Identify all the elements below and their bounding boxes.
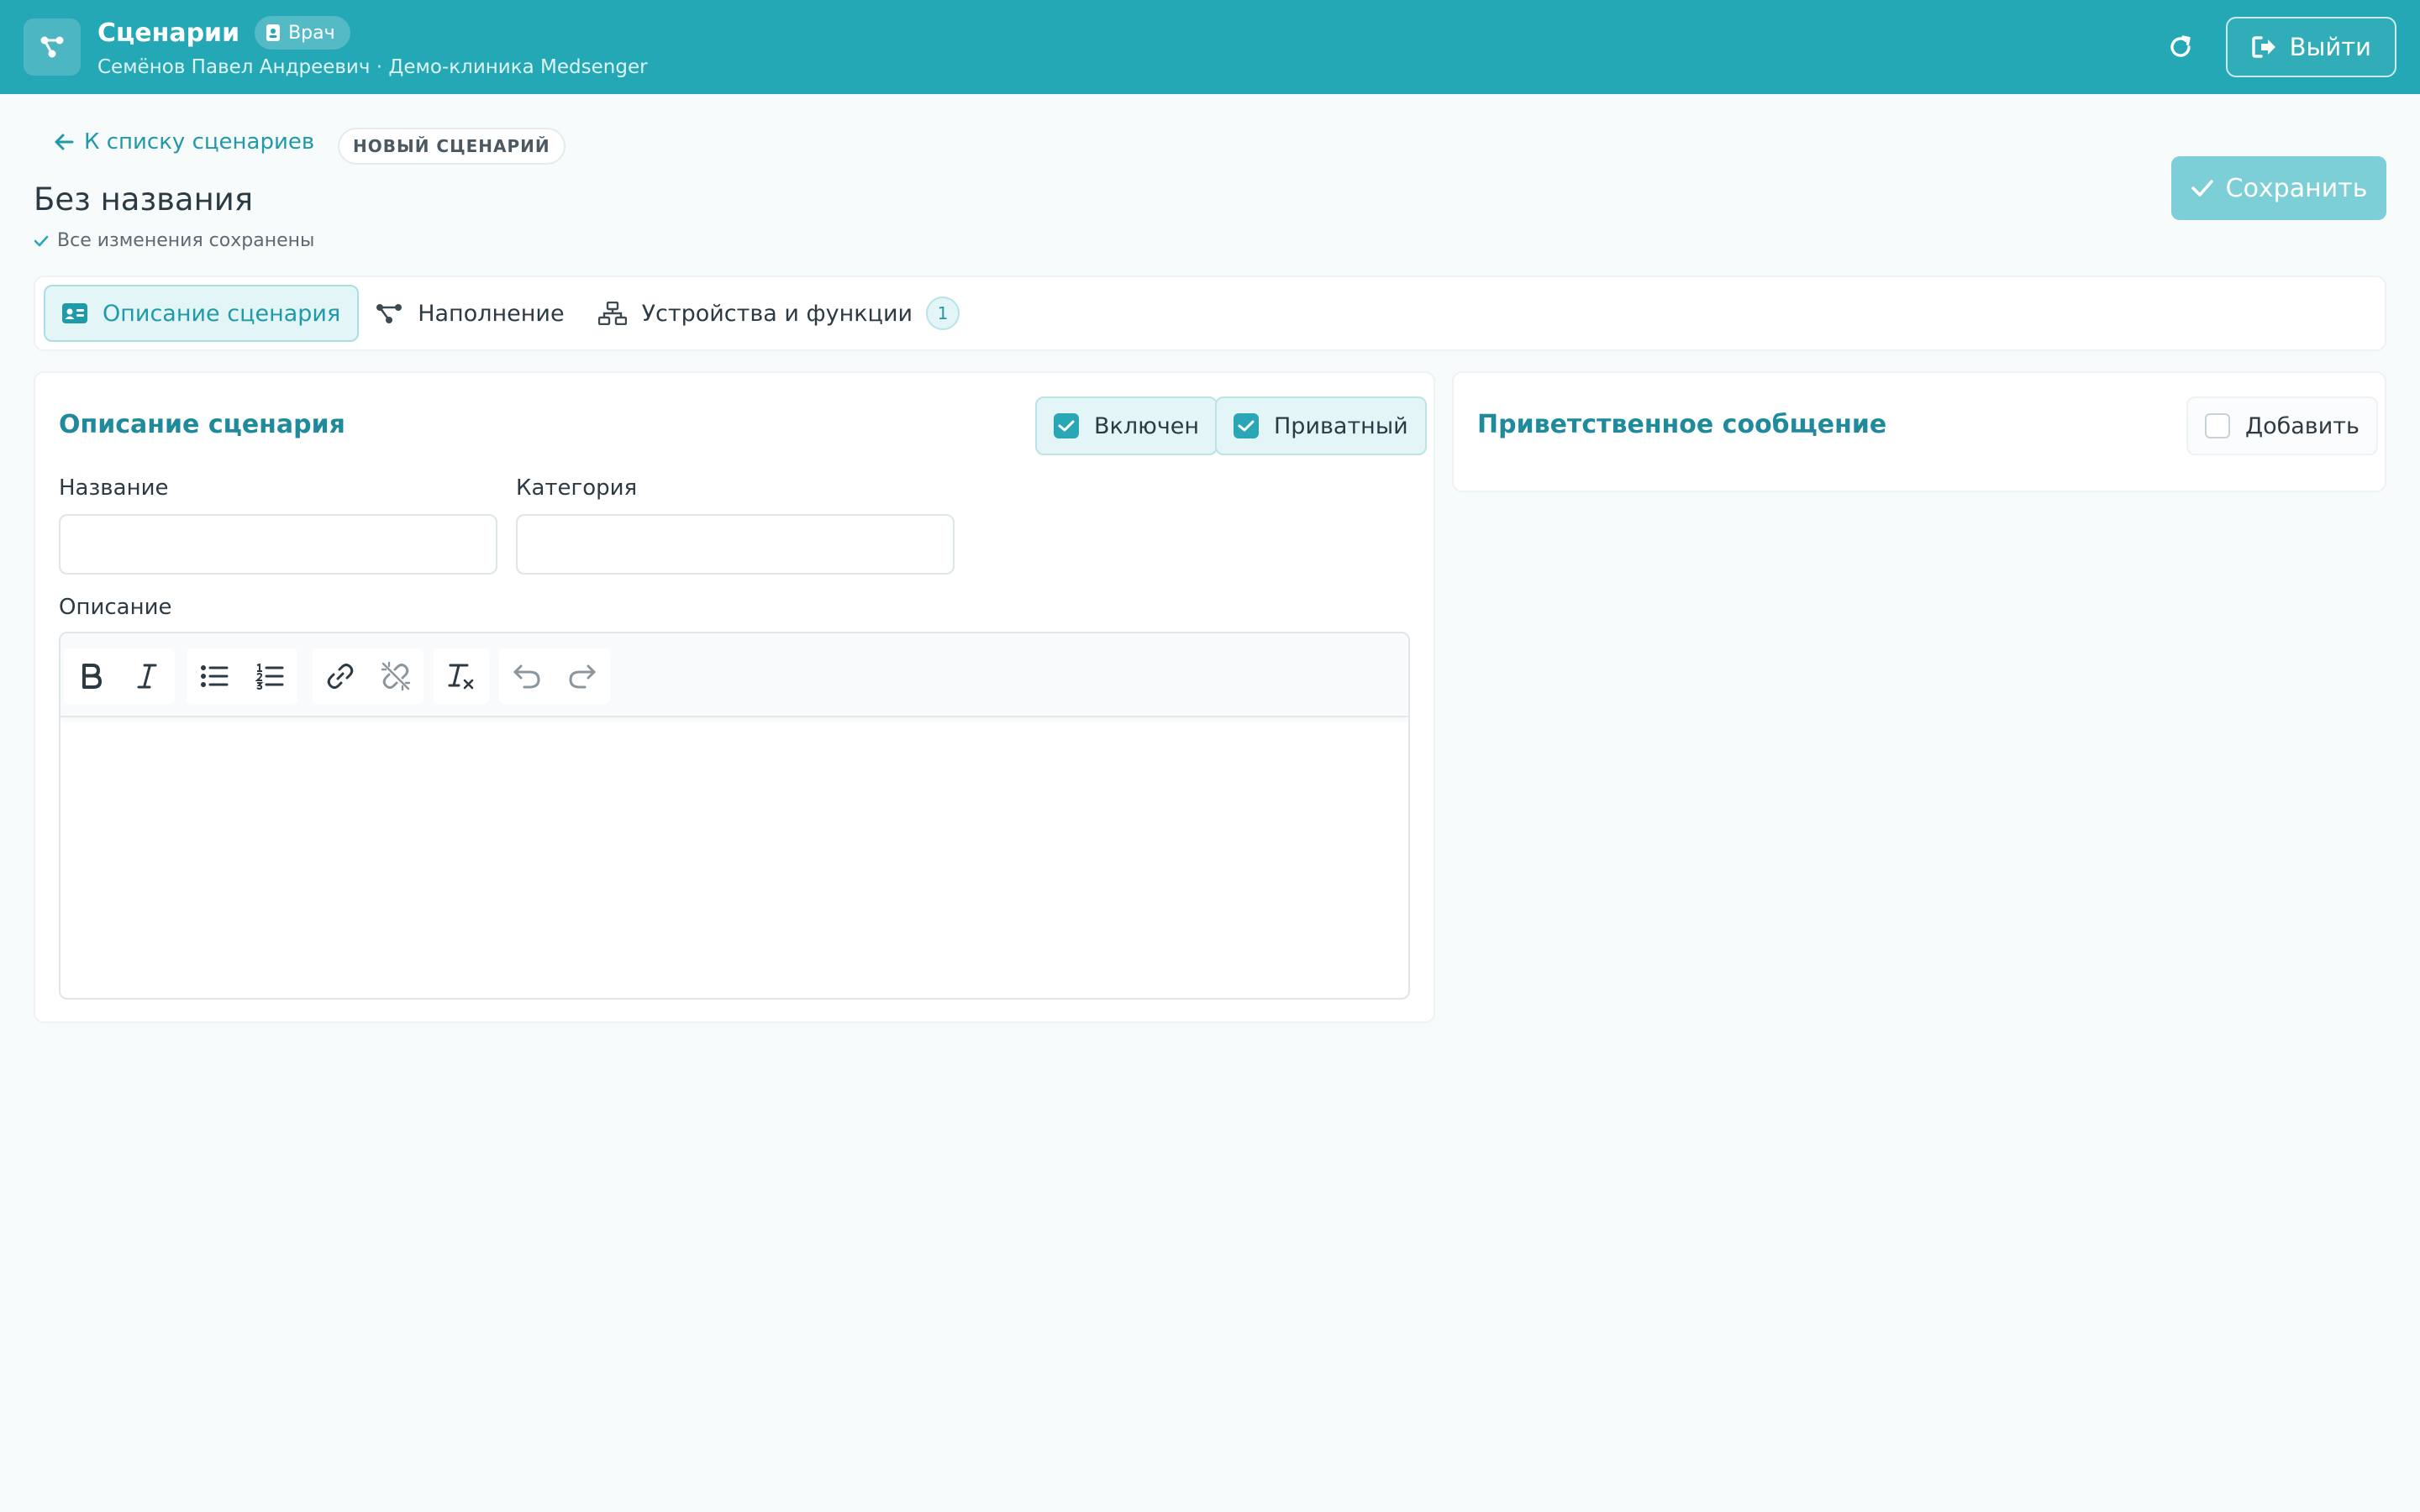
undo-button[interactable] bbox=[499, 648, 555, 704]
save-status-label: Все изменения сохранены bbox=[57, 230, 315, 251]
status-badge: НОВЫЙ СЦЕНАРИЙ bbox=[338, 128, 566, 165]
logout-label: Выйти bbox=[2289, 33, 2371, 61]
back-link-label: К списку сценариев bbox=[84, 129, 315, 155]
numbered-list-button[interactable] bbox=[242, 648, 297, 704]
link-icon bbox=[325, 661, 355, 691]
flow-icon bbox=[24, 18, 81, 76]
checkbox-checked-icon bbox=[1054, 413, 1079, 438]
tab-count-badge: 1 bbox=[926, 297, 960, 330]
description-field-label: Описание bbox=[59, 595, 172, 620]
clear-format-icon bbox=[447, 662, 476, 690]
check-icon bbox=[2191, 178, 2226, 198]
bold-icon bbox=[80, 663, 103, 690]
unlink-icon bbox=[381, 661, 411, 691]
tab-description-label: Описание сценария bbox=[103, 300, 341, 327]
numbered-list-icon bbox=[255, 663, 284, 690]
check-icon bbox=[34, 234, 57, 248]
enabled-toggle[interactable]: Включен bbox=[1035, 396, 1218, 455]
save-status: Все изменения сохранены bbox=[34, 230, 314, 251]
tab-description[interactable]: Описание сценария bbox=[44, 285, 360, 342]
unlink-button[interactable] bbox=[368, 648, 424, 704]
tab-devices-label: Устройства и функции bbox=[641, 300, 913, 327]
welcome-card-title: Приветственное сообщение bbox=[1477, 410, 1887, 439]
editor-toolbar bbox=[60, 633, 1408, 717]
doctor-badge-icon bbox=[266, 24, 288, 41]
page-title: Без названия bbox=[34, 181, 254, 218]
back-to-list-link[interactable]: К списку сценариев bbox=[54, 129, 314, 155]
tab-content[interactable]: Наполнение bbox=[359, 285, 581, 342]
redo-button[interactable] bbox=[555, 648, 610, 704]
name-input[interactable] bbox=[59, 514, 497, 575]
arrow-left-icon bbox=[54, 133, 84, 151]
link-button[interactable] bbox=[313, 648, 368, 704]
italic-icon bbox=[137, 663, 157, 690]
id-card-icon bbox=[62, 303, 103, 323]
enabled-label: Включен bbox=[1094, 412, 1200, 439]
bold-button[interactable] bbox=[64, 648, 119, 704]
tabs-bar: Описание сценария Наполнение Устройства … bbox=[34, 276, 2386, 351]
description-card: Описание сценария Включен Приватный Назв… bbox=[34, 371, 1435, 1023]
user-clinic-subtitle: Семёнов Павел Андреевич · Демо-клиника M… bbox=[97, 56, 648, 78]
add-welcome-label: Добавить bbox=[2245, 412, 2360, 439]
italic-button[interactable] bbox=[119, 648, 175, 704]
logout-icon bbox=[2251, 35, 2290, 59]
flow-icon bbox=[376, 302, 418, 324]
tab-content-label: Наполнение bbox=[418, 300, 565, 327]
add-welcome-toggle[interactable]: Добавить bbox=[2186, 396, 2378, 455]
bullet-list-button[interactable] bbox=[187, 648, 242, 704]
description-card-title: Описание сценария bbox=[59, 410, 345, 439]
checkbox-checked-icon bbox=[1234, 413, 1259, 438]
app-header: Сценарии Врач Семёнов Павел Андреевич · … bbox=[0, 0, 2420, 94]
redo-icon bbox=[568, 664, 597, 689]
save-button[interactable]: Сохранить bbox=[2171, 156, 2386, 220]
logout-button[interactable]: Выйти bbox=[2225, 17, 2396, 77]
refresh-button[interactable] bbox=[2157, 24, 2204, 71]
sitemap-icon bbox=[597, 302, 642, 325]
role-badge: Врач bbox=[255, 16, 350, 50]
private-label: Приватный bbox=[1274, 412, 1408, 439]
undo-icon bbox=[513, 664, 541, 689]
app-title: Сценарии bbox=[97, 18, 240, 48]
description-editor-content[interactable] bbox=[60, 719, 1408, 998]
description-editor bbox=[59, 632, 1410, 1000]
category-field-label: Категория bbox=[516, 475, 638, 501]
checkbox-unchecked-icon bbox=[2205, 413, 2230, 438]
private-toggle[interactable]: Приватный bbox=[1215, 396, 1427, 455]
welcome-message-card: Приветственное сообщение Добавить bbox=[1452, 371, 2386, 492]
name-field-label: Название bbox=[59, 475, 169, 501]
role-badge-label: Врач bbox=[288, 22, 335, 44]
tab-devices[interactable]: Устройства и функции 1 bbox=[581, 285, 976, 342]
bullet-list-icon bbox=[200, 664, 229, 689]
refresh-icon bbox=[2168, 34, 2193, 60]
save-button-label: Сохранить bbox=[2225, 173, 2368, 203]
category-input[interactable] bbox=[516, 514, 955, 575]
clear-format-button[interactable] bbox=[434, 648, 489, 704]
